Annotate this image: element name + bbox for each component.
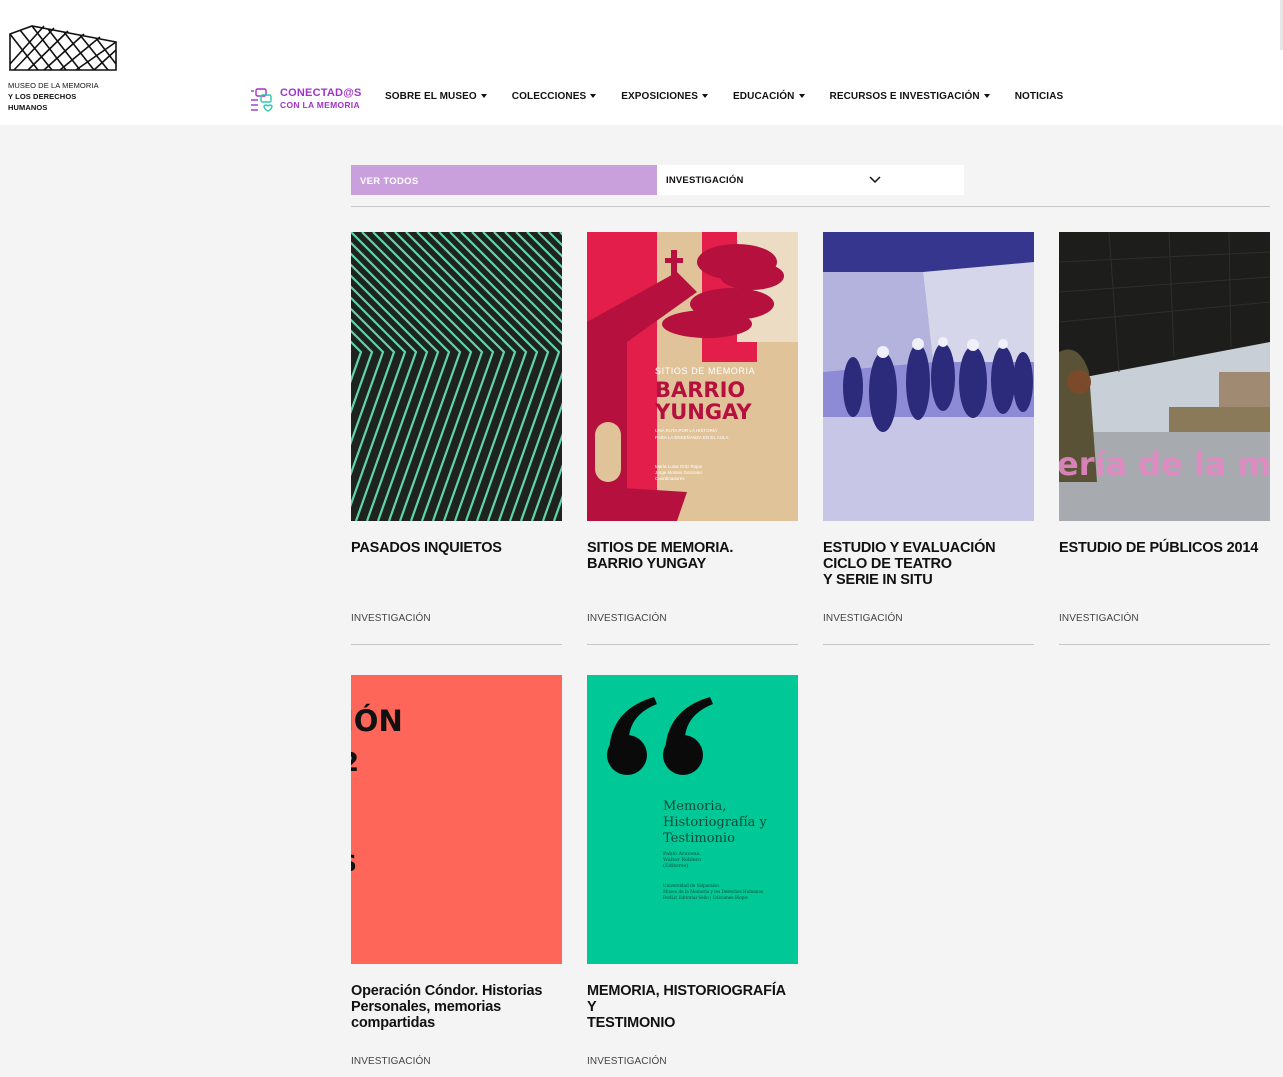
conectados-line-1: CONECTAD@S (280, 87, 362, 99)
logo-line-1: MUSEO DE LA MEMORIA (8, 81, 99, 90)
cover-image[interactable]: SITIOS DE MEMORIA BARRIO YUNGAY UNA RUTA… (587, 232, 798, 521)
nav-item-noticias[interactable]: NOTICIAS (1015, 89, 1064, 103)
caret-down-icon (590, 94, 597, 98)
nav-label: NOTICIAS (1014, 90, 1064, 102)
cover-text: BARRIO (655, 378, 745, 402)
chat-bubbles-icon (251, 88, 273, 112)
cover-text: S (351, 852, 357, 877)
divider (1059, 644, 1270, 645)
cover-image[interactable]: ería de la m (1059, 232, 1270, 521)
nav-item-sobre-el-museo[interactable]: SOBRE EL MUSEO (385, 89, 487, 103)
category-select[interactable]: INVESTIGACIÓN (657, 165, 964, 195)
card-title[interactable]: SITIOS DE MEMORIA. BARRIO YUNGAY (587, 540, 798, 572)
category-select-value: INVESTIGACIÓN (666, 175, 744, 186)
cover-image[interactable]: Memoria, Historiografía y Testimonio Pab… (587, 675, 798, 964)
cover-text: Jorge Montes Gonzalez (655, 470, 703, 475)
cover-text: IÓN (351, 704, 403, 738)
blue-photo-cover (823, 232, 1034, 521)
divider (351, 644, 562, 645)
cover-text: RedLit Editorial Sello | Ediciones Biopi… (663, 895, 749, 900)
card-title[interactable]: Operación Cóndor. Historias Personales, … (351, 983, 562, 1031)
cover-text: Testimonio (663, 831, 735, 846)
site-header: MUSEO DE LA MEMORIA Y LOS DERECHOS HUMAN… (0, 0, 1283, 125)
card-category: INVESTIGACIÓN (823, 613, 903, 624)
cover-text: SITIOS DE MEMORIA (655, 366, 755, 376)
cover-text: 2 (351, 748, 359, 778)
card-title[interactable]: ESTUDIO DE PÚBLICOS 2014 (1059, 540, 1270, 556)
divider (351, 206, 1270, 207)
conectados-link[interactable]: CONECTAD@S CON LA MEMORIA (250, 86, 362, 112)
nav-item-educacion[interactable]: EDUCACIÓN (733, 89, 805, 103)
nav-label: RECURSOS E INVESTIGACIÓN (829, 90, 980, 102)
publication-card[interactable]: ería de la m ESTUDIO DE PÚBLICOS 2014 IN… (1059, 232, 1270, 645)
cover-image[interactable] (351, 232, 562, 521)
nav-item-colecciones[interactable]: COLECCIONES (511, 89, 597, 103)
card-title[interactable]: ESTUDIO Y EVALUACIÓN CICLO DE TEATRO Y S… (823, 540, 1034, 588)
cover-text: ería de la m (1059, 445, 1270, 483)
nav-label: SOBRE EL MUSEO (385, 90, 477, 102)
cover-text: YUNGAY (654, 400, 752, 424)
card-category: INVESTIGACIÓN (587, 613, 667, 624)
coral-book-cover: IÓN 2 S (351, 675, 562, 964)
card-category: INVESTIGACIÓN (1059, 613, 1139, 624)
museum-building-icon (9, 25, 117, 71)
nav-item-recursos-investigacion[interactable]: RECURSOS E INVESTIGACIÓN (830, 89, 990, 103)
cover-text: (Editores) (663, 862, 688, 869)
cover-text: Historiografía y (663, 815, 768, 830)
card-category: INVESTIGACIÓN (351, 613, 431, 624)
publication-card[interactable]: ESTUDIO Y EVALUACIÓN CICLO DE TEATRO Y S… (823, 232, 1034, 645)
green-book-cover: Memoria, Historiografía y Testimonio Pab… (587, 675, 798, 964)
conectados-label: CONECTAD@S CON LA MEMORIA (280, 87, 362, 111)
divider (823, 644, 1034, 645)
cover-text: Universidad de Valparaíso (663, 883, 719, 888)
cover-text: PARA LA ENSEÑANZA EN EL AULA (655, 434, 729, 440)
nav-item-exposiciones[interactable]: EXPOSICIONES (621, 89, 709, 103)
caret-down-icon (798, 94, 805, 98)
museum-name: MUSEO DE LA MEMORIA Y LOS DERECHOS HUMAN… (8, 80, 118, 113)
cover-text: UNA RUTA POR LA HISTORIA (655, 428, 717, 433)
publication-card[interactable]: IÓN 2 S Operación Cóndor. Historias Pers… (351, 675, 562, 1067)
card-title[interactable]: PASADOS INQUIETOS (351, 540, 562, 556)
card-title[interactable]: MEMORIA, HISTORIOGRAFÍA Y TESTIMONIO (587, 983, 798, 1031)
cover-text: Coordinadores (655, 476, 685, 481)
caret-down-icon (702, 94, 709, 98)
cover-text: Memoria, (663, 799, 726, 814)
yungay-book-cover: SITIOS DE MEMORIA BARRIO YUNGAY UNA RUTA… (587, 232, 798, 521)
cover-image[interactable] (823, 232, 1034, 521)
nav-label: COLECCIONES (511, 90, 587, 102)
publication-card[interactable]: PASADOS INQUIETOS INVESTIGACIÓN (351, 232, 562, 645)
divider (587, 644, 798, 645)
cover-text: Museo de la Memoria y los Derechos Human… (663, 889, 763, 894)
card-category: INVESTIGACIÓN (587, 1056, 667, 1067)
publication-card[interactable]: Memoria, Historiografía y Testimonio Pab… (587, 675, 798, 1067)
main-nav: SOBRE EL MUSEO COLECCIONES EXPOSICIONES … (385, 89, 1088, 103)
conectados-line-2: CON LA MEMORIA (280, 100, 360, 110)
caret-down-icon (480, 94, 487, 98)
chevron-down-icon (869, 176, 881, 184)
museum-logo[interactable]: MUSEO DE LA MEMORIA Y LOS DERECHOS HUMAN… (8, 24, 118, 113)
nav-label: EXPOSICIONES (621, 90, 699, 102)
lines-pattern-cover (351, 232, 562, 521)
logo-line-3: HUMANOS (8, 103, 48, 112)
filter-all-button[interactable]: VER TODOS (351, 165, 657, 195)
cover-image[interactable]: IÓN 2 S (351, 675, 562, 964)
museum-photo-cover: ería de la m (1059, 232, 1270, 521)
card-category: INVESTIGACIÓN (351, 1056, 431, 1067)
publication-card[interactable]: SITIOS DE MEMORIA BARRIO YUNGAY UNA RUTA… (587, 232, 798, 645)
caret-down-icon (983, 94, 990, 98)
cover-text: María Luisa Ortiz Rojas (655, 464, 703, 469)
logo-line-2: Y LOS DERECHOS (8, 92, 77, 101)
nav-label: EDUCACIÓN (733, 90, 795, 102)
